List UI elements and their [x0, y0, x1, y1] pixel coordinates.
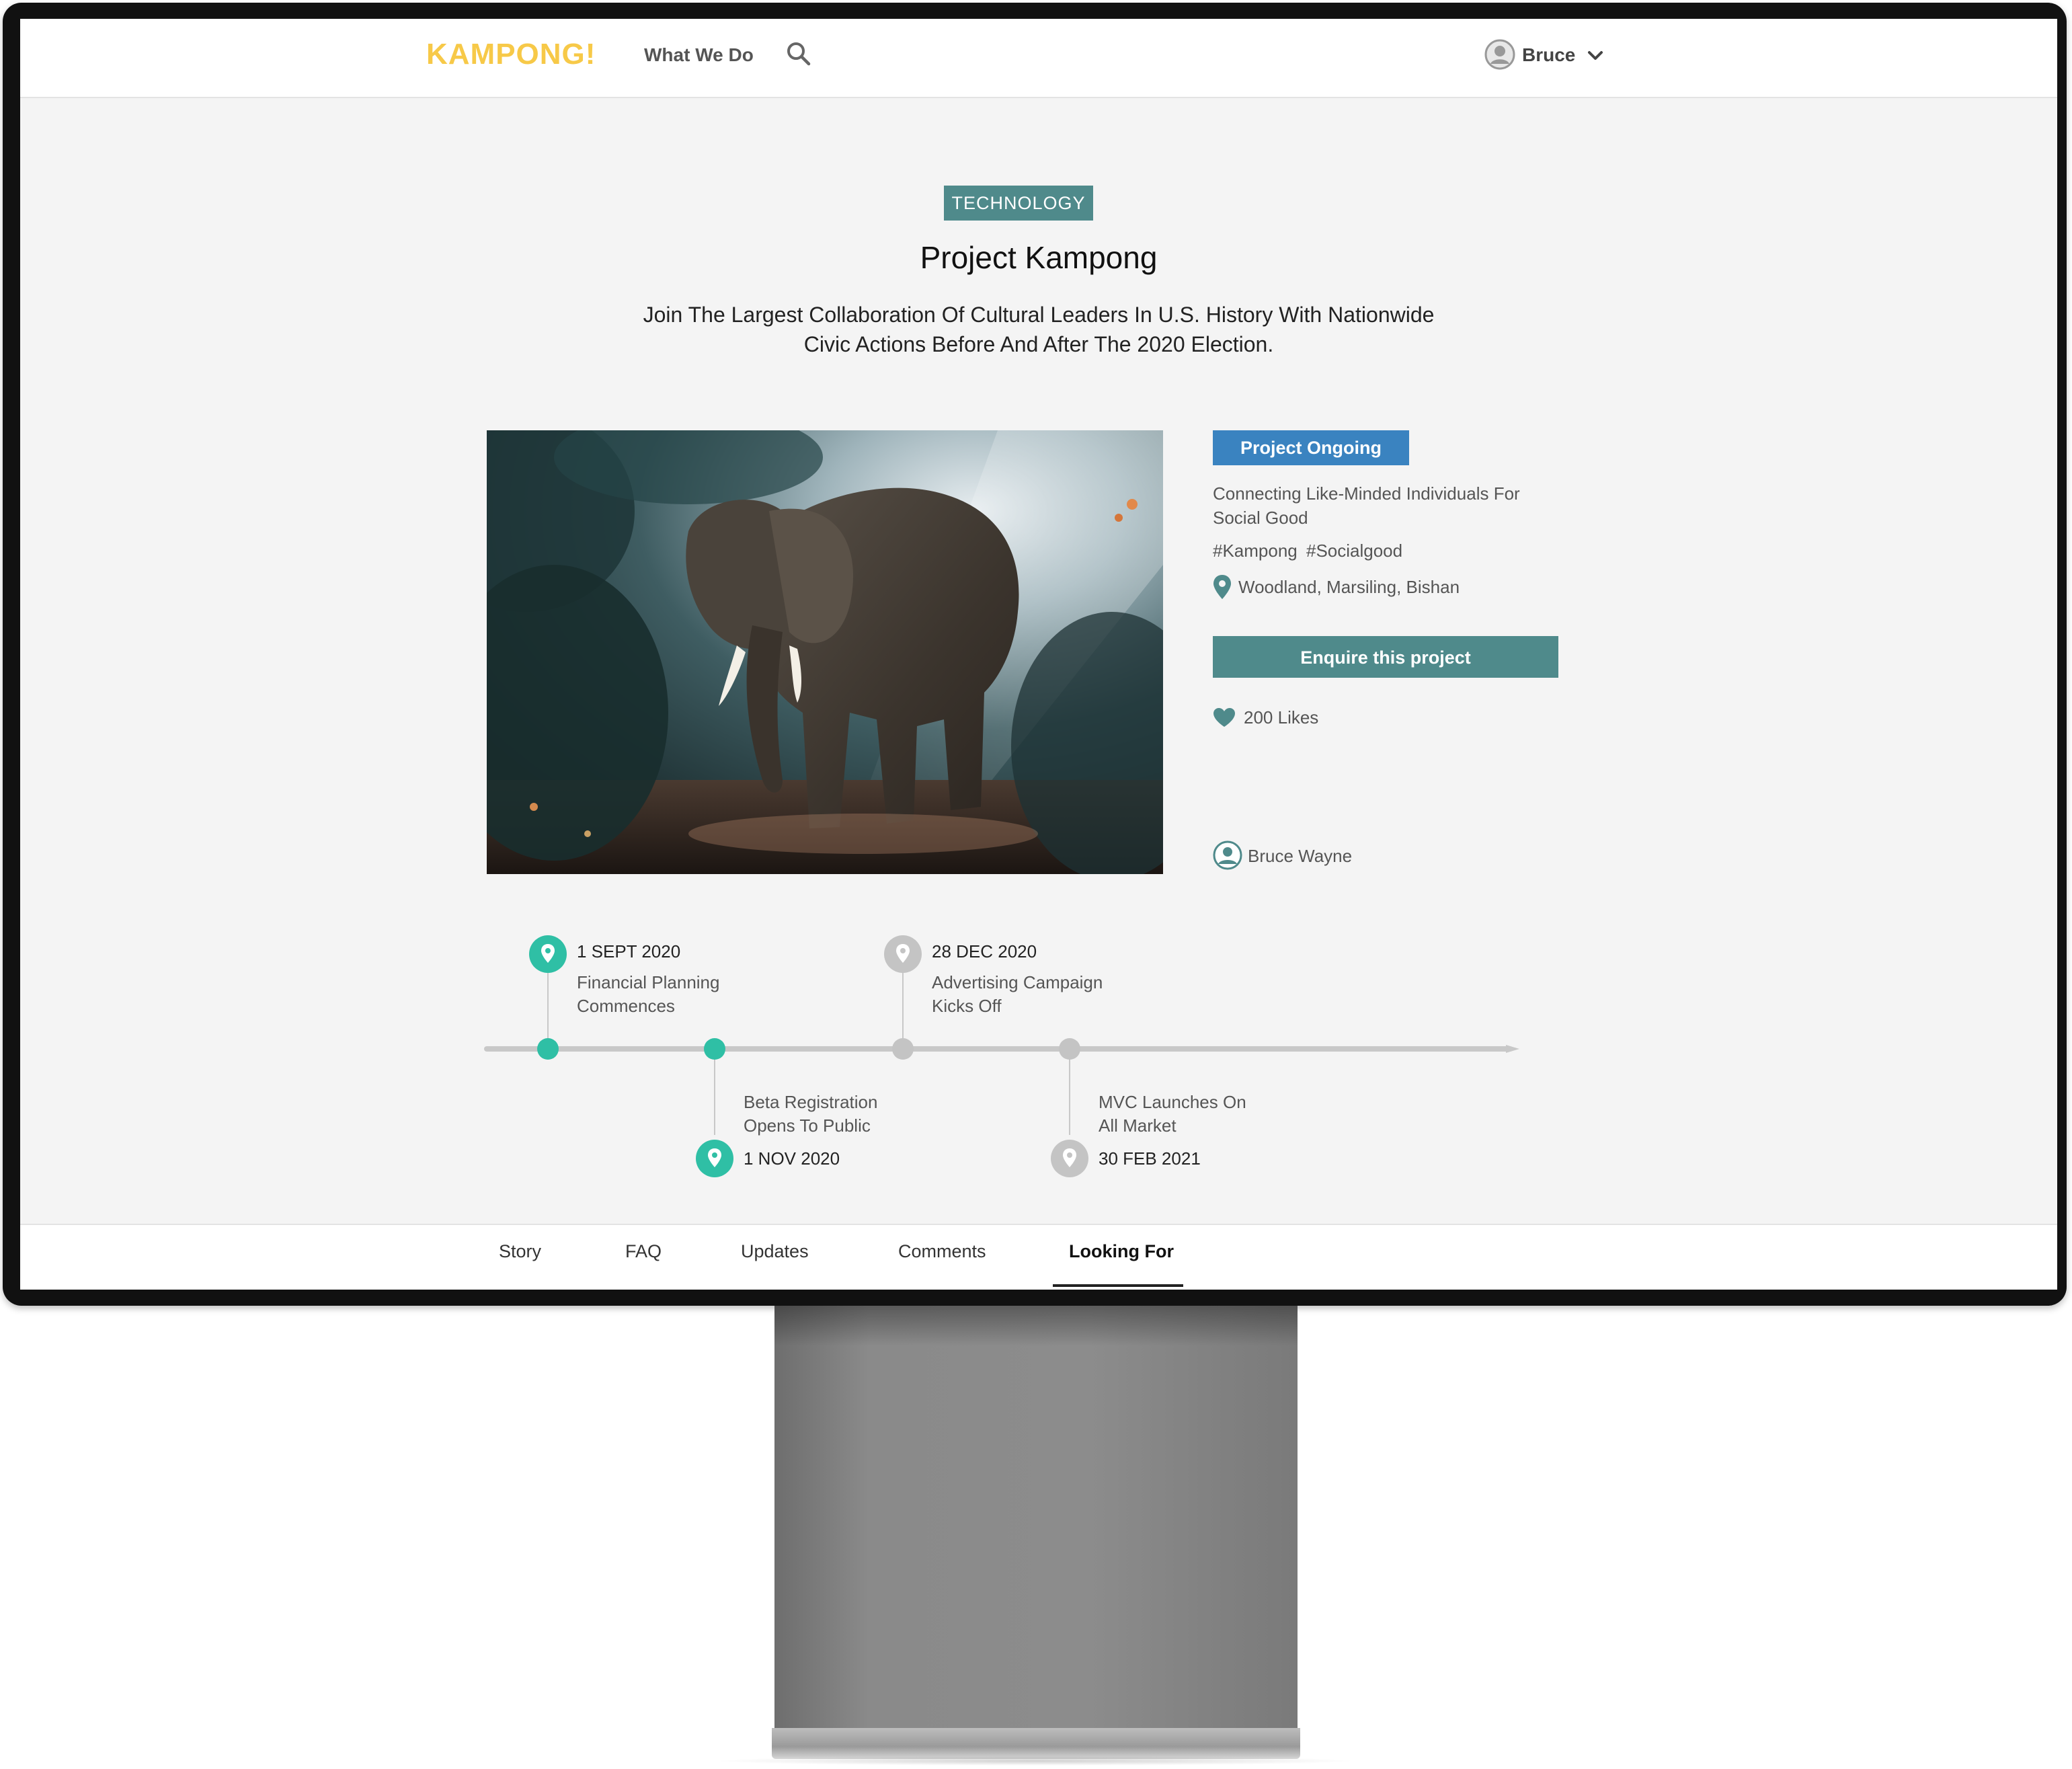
- timeline-pin-icon: [1051, 1140, 1088, 1177]
- description-line-2: Social Good: [1213, 508, 1308, 528]
- logo[interactable]: KAMPONG!: [426, 38, 596, 71]
- tab-comments[interactable]: Comments: [898, 1241, 986, 1262]
- milestone-date: 30 FEB 2021: [1099, 1148, 1201, 1169]
- milestone-line-2: Commences: [577, 996, 675, 1016]
- page-subtitle: Join The Largest Collaboration Of Cultur…: [598, 300, 1479, 359]
- monitor-stand: [774, 1306, 1298, 1729]
- tab-faq[interactable]: FAQ: [625, 1241, 662, 1262]
- timeline-stem: [714, 1054, 715, 1135]
- tab-looking-for[interactable]: Looking For: [1069, 1241, 1174, 1262]
- milestone-line-2: Kicks Off: [932, 996, 1002, 1016]
- tab-updates[interactable]: Updates: [741, 1241, 809, 1262]
- milestone-date: 1 NOV 2020: [744, 1148, 840, 1169]
- search-icon[interactable]: [785, 40, 812, 67]
- active-tab-indicator: [1053, 1284, 1183, 1287]
- timeline-dot[interactable]: [537, 1038, 559, 1060]
- timeline-dot[interactable]: [892, 1038, 914, 1060]
- milestone-line-1: Advertising Campaign: [932, 972, 1103, 992]
- milestone-line-1: Financial Planning: [577, 972, 720, 992]
- user-menu[interactable]: Bruce: [1484, 36, 1612, 74]
- milestone-text: MVC Launches On All Market: [1099, 1091, 1246, 1138]
- timeline-pin-icon: [884, 935, 922, 973]
- owner-name: Bruce Wayne: [1248, 846, 1353, 866]
- floor-shadow: [713, 1756, 1358, 1766]
- timeline-pin-icon: [529, 935, 567, 973]
- timeline-pin-icon: [696, 1140, 733, 1177]
- owner-avatar-icon: [1213, 840, 1242, 870]
- timeline-dot[interactable]: [704, 1038, 725, 1060]
- timeline-track: [484, 1046, 1513, 1052]
- top-nav-bar: KAMPONG! What We Do Bruce: [20, 19, 2057, 98]
- milestone-text: Advertising Campaign Kicks Off: [932, 971, 1103, 1018]
- milestone-line-1: MVC Launches On: [1099, 1092, 1246, 1112]
- project-hashtags[interactable]: #Kampong #Socialgood: [1213, 541, 1402, 561]
- milestone-text: Beta Registration Opens To Public: [744, 1091, 877, 1138]
- monitor-bezel: KAMPONG! What We Do Bruce TECHNOLOGY Pro…: [3, 3, 2067, 1306]
- category-tag: TECHNOLOGY: [944, 186, 1093, 221]
- milestone-text: Financial Planning Commences: [577, 971, 719, 1018]
- screen: KAMPONG! What We Do Bruce TECHNOLOGY Pro…: [20, 19, 2057, 1290]
- timeline-stem: [902, 971, 904, 1045]
- milestone-line-1: Beta Registration: [744, 1092, 878, 1112]
- subtitle-line-1: Join The Largest Collaboration Of Cultur…: [643, 303, 1435, 327]
- project-description: Connecting Like-Minded Individuals For S…: [1213, 481, 1562, 530]
- milestone-date: 1 SEPT 2020: [577, 941, 681, 961]
- project-image: [487, 430, 1163, 874]
- subtitle-line-2: Civic Actions Before And After The 2020 …: [803, 332, 1274, 356]
- enquire-button[interactable]: Enquire this project: [1213, 636, 1558, 678]
- location-text: Woodland, Marsiling, Bishan: [1238, 577, 1460, 597]
- heart-icon[interactable]: [1213, 707, 1236, 728]
- description-line-1: Connecting Like-Minded Individuals For: [1213, 483, 1520, 504]
- milestone-date: 28 DEC 2020: [932, 941, 1037, 961]
- stand-shadow: [774, 1306, 1298, 1346]
- user-name: Bruce: [1522, 44, 1576, 65]
- timeline-dot[interactable]: [1059, 1038, 1080, 1060]
- likes-count: 200 Likes: [1244, 707, 1319, 728]
- milestone-line-2: Opens To Public: [744, 1115, 871, 1136]
- stand-base: [772, 1728, 1300, 1759]
- user-avatar-icon: [1484, 39, 1515, 70]
- chevron-down-icon[interactable]: [1585, 46, 1605, 66]
- map-pin-icon: [1213, 575, 1231, 599]
- tab-bar: Story FAQ Updates Comments Looking For: [20, 1224, 2057, 1290]
- nav-link-what-we-do[interactable]: What We Do: [644, 44, 754, 66]
- milestone-line-2: All Market: [1099, 1115, 1177, 1136]
- timeline-stem: [547, 971, 549, 1045]
- status-badge: Project Ongoing: [1213, 430, 1409, 465]
- timeline-arrow-icon: [1506, 1045, 1519, 1053]
- page-title: Project Kampong: [920, 240, 1158, 275]
- tab-story[interactable]: Story: [499, 1241, 541, 1262]
- timeline-stem: [1069, 1054, 1070, 1135]
